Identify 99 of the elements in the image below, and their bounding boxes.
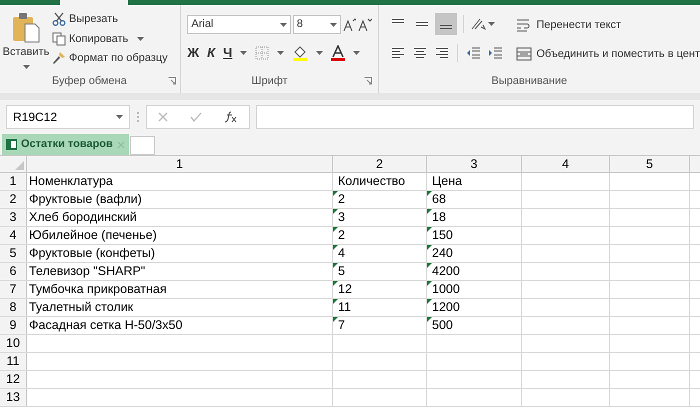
- caret-icon: [22, 64, 30, 68]
- table-cell-text: 2: [338, 191, 345, 208]
- caret-icon: [137, 36, 144, 41]
- table-cell-text: Номенклатура: [29, 173, 113, 190]
- cut-button[interactable]: Вырезать: [52, 11, 168, 28]
- table-cell-text: 240: [432, 245, 453, 262]
- copy-button[interactable]: Копировать: [52, 30, 168, 47]
- table-cell-text: Юбилейное (печенье): [29, 227, 157, 244]
- wrap-text-button[interactable]: Перенести текст: [516, 17, 700, 34]
- group-label: Шрифт: [251, 74, 288, 88]
- error-indicator-icon: [333, 281, 338, 286]
- borders-icon[interactable]: [255, 46, 270, 60]
- fill-color-icon[interactable]: [292, 44, 308, 61]
- document-tab[interactable]: Остатки товаров: [2, 134, 129, 155]
- table-cell-text: Фасадная сетка Н-50/3х50: [29, 317, 182, 334]
- table-cell-text: 150: [432, 227, 453, 244]
- error-indicator-icon: [427, 281, 432, 286]
- error-indicator-icon: [427, 299, 432, 304]
- table-cell-text: Фруктовые (конфеты): [29, 245, 156, 262]
- drag-handle-icon[interactable]: [136, 111, 140, 123]
- error-indicator-icon: [333, 263, 338, 268]
- table-cell-text: 1200: [432, 299, 460, 316]
- name-box[interactable]: R19C12: [6, 105, 130, 129]
- table-cell-text: 5: [338, 263, 345, 280]
- table-cell-text: 68: [432, 191, 446, 208]
- table-cell-text: 18: [432, 209, 446, 226]
- error-indicator-icon: [427, 191, 432, 196]
- align-right-icon[interactable]: [435, 47, 450, 59]
- error-indicator-icon: [427, 245, 432, 250]
- table-cell-text: 4: [338, 245, 345, 262]
- clipboard-icon: [11, 11, 41, 43]
- merge-center-button[interactable]: Объединить и поместить в цент: [516, 46, 700, 62]
- group-label: Буфер обмена: [52, 74, 127, 88]
- caret-icon: [316, 50, 324, 55]
- formula-field[interactable]: [256, 105, 694, 129]
- function-icon[interactable]: [224, 111, 238, 123]
- table-cell-text: Тумбочка прикроватная: [29, 281, 167, 298]
- table-cell-text: 7: [338, 317, 345, 334]
- error-indicator-icon: [333, 209, 338, 214]
- decrease-font-icon[interactable]: [358, 18, 372, 32]
- column-header[interactable]: 4: [562, 156, 569, 174]
- caret-icon: [240, 50, 248, 55]
- format-painter-button[interactable]: Формат по образцу: [52, 50, 168, 66]
- increase-font-icon[interactable]: [342, 18, 356, 32]
- error-indicator-icon: [333, 191, 338, 196]
- dialog-launcher-icon[interactable]: [364, 76, 372, 85]
- vertical-align-button[interactable]: [435, 13, 458, 35]
- table-cell-text: Туалетный столик: [29, 299, 134, 316]
- table-cell-text: Хлеб бородинский: [29, 209, 137, 226]
- column-header[interactable]: 1: [176, 156, 183, 174]
- caret-icon: [116, 115, 123, 119]
- align-center-icon[interactable]: [413, 47, 428, 59]
- dialog-launcher-icon[interactable]: [168, 76, 176, 85]
- wrap-text-icon: [516, 18, 532, 32]
- table-cell-text: Количество: [338, 173, 406, 190]
- paintbrush-icon: [52, 51, 66, 66]
- copy-icon: [52, 32, 66, 46]
- table-cell-text: 500: [432, 317, 453, 334]
- table-cell-text: 12: [338, 281, 352, 298]
- caret-icon: [488, 22, 496, 26]
- decrease-indent-icon[interactable]: [466, 47, 480, 59]
- caret-icon: [280, 22, 287, 26]
- table-cell-text: 2: [338, 227, 345, 244]
- error-indicator-icon: [427, 263, 432, 268]
- error-indicator-icon: [427, 317, 432, 322]
- text-orientation-icon[interactable]: [470, 17, 486, 31]
- underline-button[interactable]: Ч: [223, 43, 232, 62]
- caret-icon: [330, 22, 337, 26]
- bold-button[interactable]: Ж: [187, 43, 200, 62]
- merge-cells-icon: [516, 46, 532, 61]
- table-cell-text: Цена: [432, 173, 462, 190]
- font-size-field[interactable]: 8: [292, 15, 341, 34]
- table-cell-text: 1000: [432, 281, 460, 298]
- align-left-icon[interactable]: [391, 47, 406, 59]
- spreadsheet-icon: [6, 139, 17, 150]
- paste-button[interactable]: Вставить: [0, 5, 52, 72]
- column-header[interactable]: 3: [470, 156, 478, 174]
- table-cell-text: Фруктовые (вафли): [29, 191, 142, 208]
- table-cell-text: 3: [338, 209, 345, 226]
- error-indicator-icon: [333, 317, 338, 322]
- table-cell-text: 4200: [432, 263, 460, 280]
- table-cell-text: Телевизор "SHARP": [29, 263, 146, 280]
- error-indicator-icon: [333, 245, 338, 250]
- check-icon[interactable]: [190, 112, 202, 122]
- error-indicator-icon: [333, 227, 338, 232]
- column-header[interactable]: 5: [646, 156, 653, 174]
- group-label: Выравнивание: [491, 74, 568, 88]
- column-header[interactable]: 2: [376, 156, 383, 174]
- error-indicator-icon: [427, 209, 432, 214]
- caret-icon: [353, 50, 360, 55]
- error-indicator-icon: [333, 299, 338, 304]
- table-cell-text: 11: [338, 299, 351, 316]
- caret-icon: [277, 50, 284, 55]
- font-name-field[interactable]: Arial: [187, 15, 291, 34]
- error-indicator-icon: [427, 227, 432, 232]
- increase-indent-icon[interactable]: [488, 47, 502, 59]
- scissors-icon: [52, 12, 66, 26]
- font-color-icon[interactable]: [331, 44, 346, 61]
- italic-button[interactable]: К: [207, 43, 216, 62]
